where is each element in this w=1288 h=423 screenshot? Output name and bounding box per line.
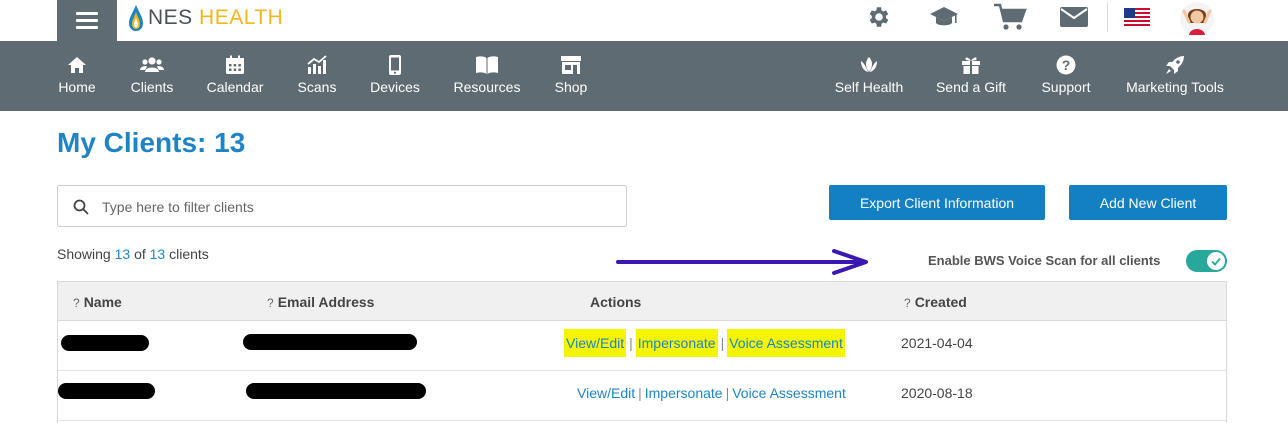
showing-total: 13 bbox=[149, 246, 166, 262]
showing-prefix: Showing bbox=[57, 246, 111, 262]
redacted-email bbox=[246, 383, 426, 399]
help-icon[interactable]: ? bbox=[904, 296, 911, 310]
column-name-label: Name bbox=[83, 294, 122, 310]
showing-suffix: clients bbox=[169, 246, 209, 262]
nav-item-resources[interactable]: Resources bbox=[452, 41, 522, 111]
nav-item-clients[interactable]: Clients bbox=[126, 41, 178, 111]
hamburger-icon-bar bbox=[76, 19, 98, 22]
brand-name-part2: HEALTH bbox=[199, 6, 284, 29]
created-date: 2020-08-18 bbox=[901, 385, 973, 401]
nav-item-support[interactable]: ? Support bbox=[1036, 41, 1096, 111]
client-filter-search[interactable] bbox=[57, 185, 627, 227]
nav-item-calendar[interactable]: Calendar bbox=[204, 41, 266, 111]
gift-icon bbox=[961, 54, 981, 76]
action-separator: | bbox=[725, 385, 730, 401]
bws-voice-scan-toggle[interactable] bbox=[1186, 250, 1227, 272]
column-email-label: Email Address bbox=[277, 294, 375, 310]
nav-label-send-gift: Send a Gift bbox=[935, 79, 1007, 95]
brand-logo[interactable]: NES HEALTH bbox=[128, 2, 283, 34]
help-icon[interactable]: ? bbox=[73, 296, 80, 310]
nav-label-home: Home bbox=[58, 79, 96, 95]
redacted-name bbox=[58, 383, 155, 399]
action-separator: | bbox=[638, 385, 642, 401]
action-separator: | bbox=[720, 335, 725, 351]
export-client-info-button[interactable]: Export Client Information bbox=[829, 185, 1045, 220]
column-header-name[interactable]: ? Name bbox=[73, 294, 122, 310]
mobile-icon bbox=[388, 54, 402, 76]
column-header-email[interactable]: ? Email Address bbox=[267, 294, 374, 310]
search-input[interactable] bbox=[102, 196, 602, 218]
drop-logo-icon bbox=[129, 5, 143, 31]
row-actions: View/Edit | Impersonate | Voice Assessment bbox=[577, 385, 846, 401]
nav-item-send-gift[interactable]: Send a Gift bbox=[933, 41, 1009, 111]
check-icon bbox=[1207, 252, 1225, 270]
column-created-label: Created bbox=[914, 294, 967, 310]
main-nav: Home Clients Calendar Scans Devices Reso… bbox=[0, 41, 1288, 111]
us-flag-icon[interactable] bbox=[1124, 2, 1150, 32]
help-icon[interactable]: ? bbox=[267, 296, 274, 310]
view-edit-link[interactable]: View/Edit bbox=[564, 329, 627, 357]
chart-icon bbox=[306, 54, 328, 76]
rocket-icon bbox=[1165, 54, 1185, 76]
annotation-arrow bbox=[616, 249, 868, 275]
top-header: NES HEALTH bbox=[0, 0, 1288, 41]
brand-name-part1: NES bbox=[148, 6, 193, 29]
nav-item-shop[interactable]: Shop bbox=[551, 41, 591, 111]
created-date: 2021-04-04 bbox=[901, 335, 973, 351]
voice-assessment-link[interactable]: Voice Assessment bbox=[727, 329, 845, 357]
nav-item-home[interactable]: Home bbox=[57, 41, 97, 111]
settings-gear-icon[interactable] bbox=[865, 2, 893, 32]
nav-item-marketing-tools[interactable]: Marketing Tools bbox=[1122, 41, 1228, 111]
calendar-icon bbox=[225, 54, 245, 76]
add-new-client-button[interactable]: Add New Client bbox=[1069, 185, 1227, 220]
column-header-actions: Actions bbox=[590, 294, 642, 310]
nav-label-scans: Scans bbox=[297, 79, 337, 95]
nav-item-self-health[interactable]: Self Health bbox=[831, 41, 907, 111]
table-header: ? Name ? Email Address Actions ? Created bbox=[58, 282, 1226, 321]
nav-label-calendar: Calendar bbox=[206, 79, 264, 95]
voice-assessment-link[interactable]: Voice Assessment bbox=[732, 385, 846, 401]
book-icon bbox=[475, 54, 499, 76]
hamburger-icon-bar bbox=[76, 26, 98, 29]
menu-toggle-button[interactable] bbox=[57, 0, 117, 41]
table-row: View/Edit | Impersonate | Voice Assessment 2… bbox=[58, 321, 1226, 371]
bws-voice-scan-label: Enable BWS Voice Scan for all clients bbox=[928, 253, 1161, 268]
showing-count: 13 bbox=[114, 246, 131, 262]
users-icon bbox=[140, 54, 164, 76]
nav-label-support: Support bbox=[1041, 79, 1091, 95]
impersonate-link[interactable]: Impersonate bbox=[645, 385, 723, 401]
redacted-email bbox=[243, 334, 417, 350]
showing-count-text: Showing 13 of 13 clients bbox=[57, 246, 209, 262]
nav-label-resources: Resources bbox=[453, 79, 521, 95]
redacted-name bbox=[61, 335, 149, 351]
mail-icon[interactable] bbox=[1059, 2, 1089, 32]
user-avatar[interactable] bbox=[1178, 0, 1216, 38]
nav-label-marketing-tools: Marketing Tools bbox=[1126, 79, 1224, 95]
nav-item-scans[interactable]: Scans bbox=[294, 41, 340, 111]
graduation-cap-icon[interactable] bbox=[928, 2, 960, 32]
store-icon bbox=[560, 54, 582, 76]
impersonate-link[interactable]: Impersonate bbox=[635, 329, 718, 357]
search-icon bbox=[73, 199, 89, 215]
shopping-cart-icon[interactable] bbox=[993, 2, 1027, 32]
page-title: My Clients: 13 bbox=[57, 127, 246, 158]
svg-text:?: ? bbox=[1062, 57, 1071, 73]
nav-label-shop: Shop bbox=[554, 79, 588, 95]
nav-label-clients: Clients bbox=[130, 79, 174, 95]
hamburger-icon bbox=[76, 12, 98, 15]
table-row: View/Edit | Impersonate | Voice Assessment 2… bbox=[58, 371, 1226, 421]
nav-label-devices: Devices bbox=[370, 79, 420, 95]
question-icon: ? bbox=[1056, 54, 1076, 76]
column-header-created[interactable]: ? Created bbox=[904, 294, 967, 310]
view-edit-link[interactable]: View/Edit bbox=[577, 385, 635, 401]
showing-of: of bbox=[134, 246, 146, 262]
row-actions: View/Edit | Impersonate | Voice Assessment bbox=[564, 329, 845, 357]
nav-label-self-health: Self Health bbox=[834, 79, 904, 95]
nav-item-devices[interactable]: Devices bbox=[368, 41, 422, 111]
clients-table: ? Name ? Email Address Actions ? Created Vi… bbox=[57, 281, 1227, 423]
home-icon bbox=[67, 54, 87, 76]
action-separator: | bbox=[629, 335, 633, 351]
lotus-icon bbox=[858, 54, 880, 76]
header-divider bbox=[1107, 2, 1108, 32]
